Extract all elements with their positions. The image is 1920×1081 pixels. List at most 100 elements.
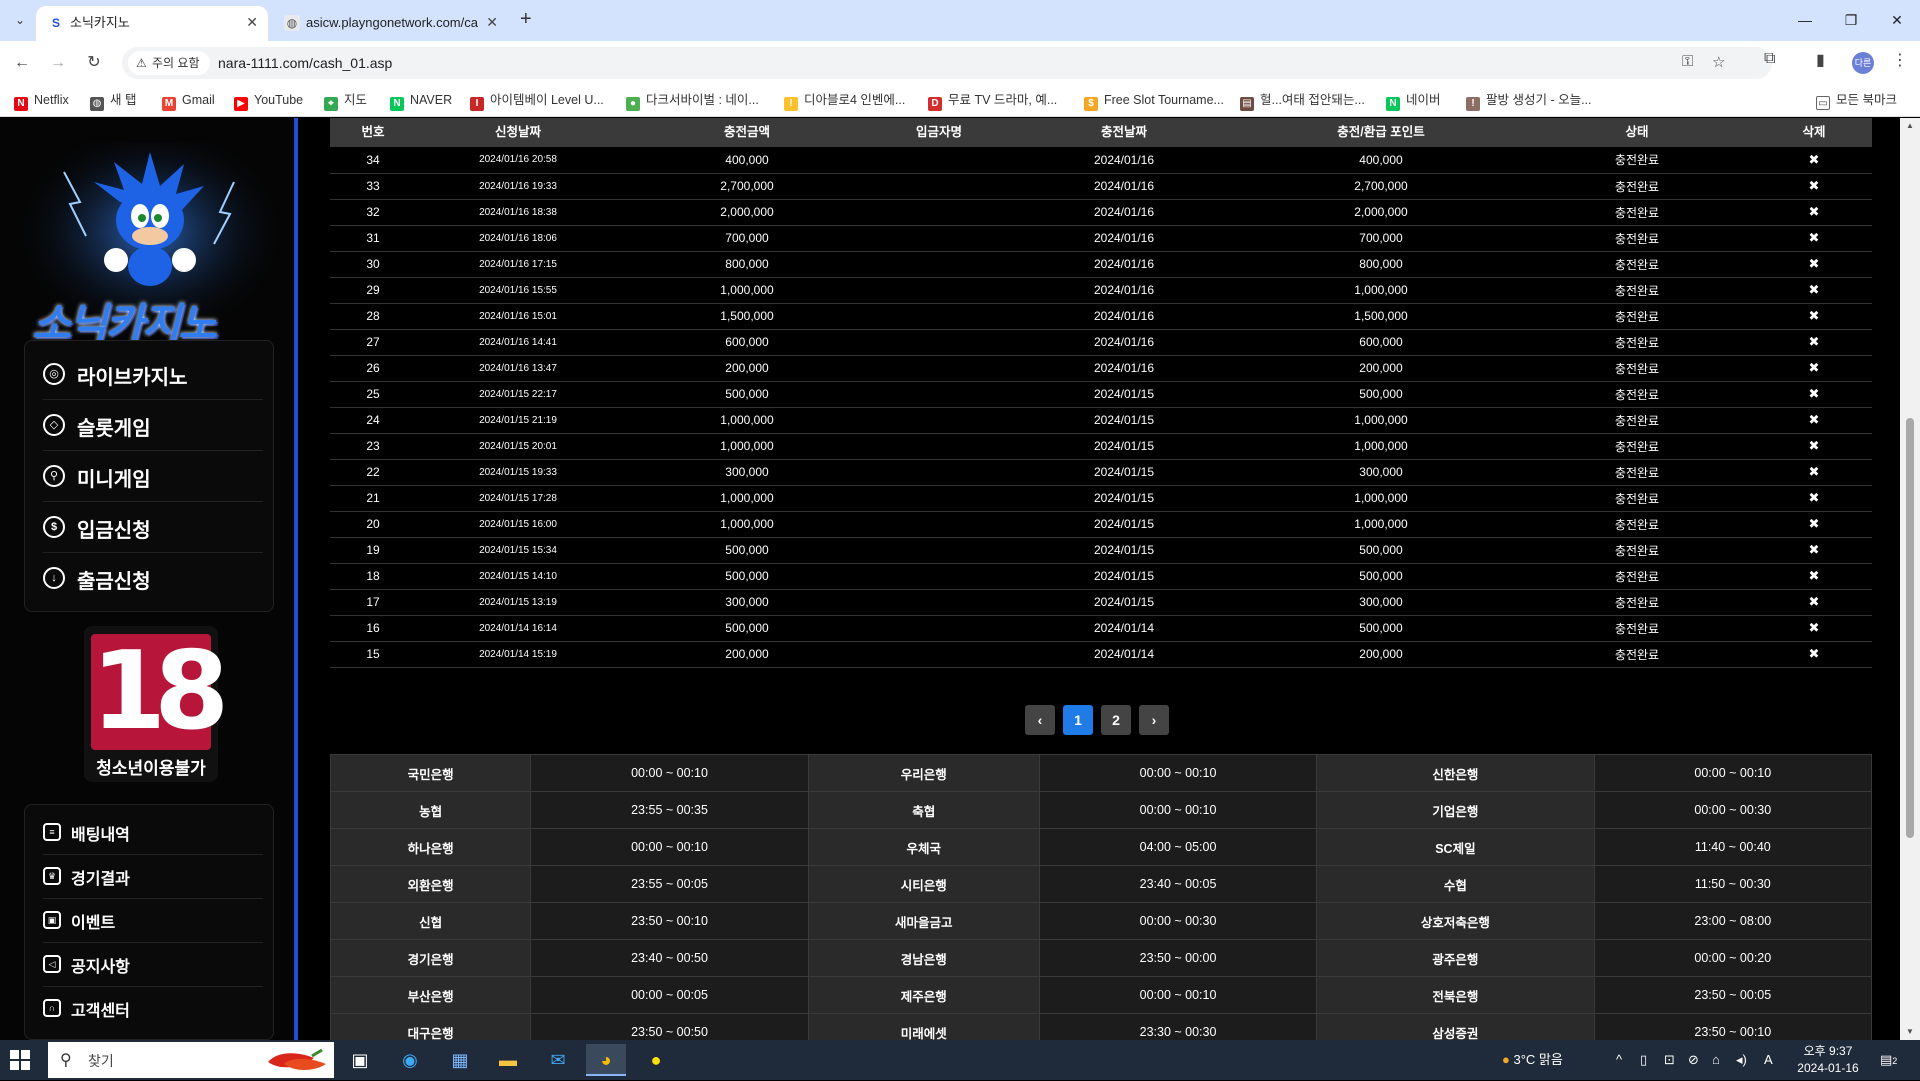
store-icon[interactable]: ▦ bbox=[440, 1044, 480, 1076]
restore-icon[interactable]: ❐ bbox=[1828, 0, 1874, 41]
bookmark-item[interactable]: N NAVER bbox=[390, 83, 452, 117]
close-tab-icon[interactable]: ✕ bbox=[246, 6, 258, 39]
bookmark-item[interactable]: D 무료 TV 드라마, 예... bbox=[928, 83, 1057, 117]
notification-icon[interactable]: ▤2 bbox=[1880, 1040, 1897, 1080]
next-page-button[interactable]: › bbox=[1139, 705, 1169, 735]
bookmark-star-icon[interactable]: ☆ bbox=[1712, 53, 1725, 71]
edge-browser-icon[interactable]: ◉ bbox=[390, 1044, 430, 1076]
close-tab-icon[interactable]: ✕ bbox=[486, 6, 498, 39]
delete-button[interactable]: ✖ bbox=[1756, 225, 1872, 252]
bookmark-item[interactable]: ⌖ 지도 bbox=[324, 83, 367, 117]
cell-amount: 700,000 bbox=[620, 225, 874, 252]
bookmark-item[interactable]: ! 팔방 생성기 - 오늘... bbox=[1466, 83, 1592, 117]
minimize-icon[interactable]: — bbox=[1782, 0, 1828, 41]
delete-button[interactable]: ✖ bbox=[1756, 303, 1872, 330]
tray-overflow-icon[interactable]: ^ bbox=[1616, 1040, 1622, 1080]
bookmark-item[interactable]: ▤ 헐...여태 접안돼는... bbox=[1240, 83, 1365, 117]
menu-betting-history[interactable]: ≡ 배팅내역 bbox=[43, 811, 263, 855]
table-row: 33 2024/01/16 19:33 2,700,000 2024/01/16 2,7… bbox=[330, 173, 1872, 200]
kakaotalk-icon[interactable]: ● bbox=[636, 1044, 676, 1076]
back-arrow-icon[interactable]: ← bbox=[8, 49, 36, 77]
mail-icon[interactable]: ✉ bbox=[538, 1044, 578, 1076]
password-key-icon[interactable]: ⚿ bbox=[1682, 53, 1693, 70]
cell-status: 충전완료 bbox=[1518, 173, 1756, 200]
taskbar-clock[interactable]: 오후 9:37 2024-01-16 bbox=[1792, 1043, 1864, 1077]
tray-update-icon[interactable]: ⊡ bbox=[1664, 1040, 1675, 1080]
file-explorer-icon[interactable]: ▬ bbox=[488, 1044, 528, 1076]
menu-deposit[interactable]: $ 입금신청 bbox=[43, 502, 263, 553]
close-window-icon[interactable]: ✕ bbox=[1874, 0, 1920, 41]
scroll-down-icon[interactable]: ▼ bbox=[1900, 1024, 1920, 1040]
tray-shield-icon[interactable]: ⊘ bbox=[1688, 1040, 1699, 1080]
delete-button[interactable]: ✖ bbox=[1756, 251, 1872, 278]
menu-withdraw[interactable]: ↓ 출금신청 bbox=[43, 553, 263, 604]
delete-button[interactable]: ✖ bbox=[1756, 641, 1872, 668]
profile-avatar[interactable]: 다른 bbox=[1852, 52, 1874, 74]
page-scrollbar[interactable]: ▲ ▼ bbox=[1900, 118, 1920, 1040]
extensions-icon[interactable]: ⧉ bbox=[1764, 50, 1775, 68]
bookmark-item[interactable]: ● 다크서바이벌 : 네이... bbox=[626, 83, 759, 117]
delete-button[interactable]: ✖ bbox=[1756, 277, 1872, 304]
delete-button[interactable]: ✖ bbox=[1756, 381, 1872, 408]
delete-button[interactable]: ✖ bbox=[1756, 407, 1872, 434]
network-icon[interactable]: ⌂ bbox=[1712, 1040, 1720, 1080]
more-menu-icon[interactable]: ⋮ bbox=[1892, 50, 1908, 70]
prev-page-button[interactable]: ‹ bbox=[1025, 705, 1055, 735]
reload-icon[interactable]: ↻ bbox=[80, 49, 108, 77]
weather-widget[interactable]: ● 3°C 맑음 bbox=[1502, 1040, 1563, 1080]
delete-button[interactable]: ✖ bbox=[1756, 459, 1872, 486]
volume-icon[interactable]: ◂) bbox=[1736, 1040, 1747, 1080]
delete-button[interactable]: ✖ bbox=[1756, 173, 1872, 200]
tab-search-button[interactable]: ⌄ bbox=[8, 8, 32, 32]
bookmark-item[interactable]: ! 디아블로4 인벤에... bbox=[784, 83, 905, 117]
gmail-icon: M bbox=[162, 97, 176, 111]
bookmark-item[interactable]: ▶ YouTube bbox=[234, 83, 303, 117]
delete-button[interactable]: ✖ bbox=[1756, 485, 1872, 512]
delete-button[interactable]: ✖ bbox=[1756, 355, 1872, 382]
bookmark-item[interactable]: ◍ 새 탭 bbox=[90, 83, 136, 117]
cell-depositor bbox=[874, 303, 1004, 330]
bookmark-item[interactable]: I 아이템베이 Level U... bbox=[470, 83, 604, 117]
delete-button[interactable]: ✖ bbox=[1756, 537, 1872, 564]
delete-button[interactable]: ✖ bbox=[1756, 511, 1872, 538]
side-panel-icon[interactable]: ▮ bbox=[1816, 50, 1825, 70]
scroll-up-icon[interactable]: ▲ bbox=[1900, 118, 1920, 134]
bookmark-item[interactable]: M Gmail bbox=[162, 83, 215, 117]
chrome-icon[interactable]: ◕ bbox=[586, 1044, 626, 1076]
table-row: 23 2024/01/15 20:01 1,000,000 2024/01/15 1,0… bbox=[330, 433, 1872, 460]
delete-button[interactable]: ✖ bbox=[1756, 329, 1872, 356]
site-logo[interactable]: 소닉카지노 bbox=[24, 142, 276, 348]
menu-game-results[interactable]: ♛ 경기결과 bbox=[43, 855, 263, 899]
new-tab-plus-icon[interactable]: + bbox=[520, 8, 532, 31]
scroll-thumb[interactable] bbox=[1906, 418, 1914, 838]
all-bookmarks[interactable]: ▭ 모든 북마크 bbox=[1816, 83, 1897, 117]
address-bar[interactable]: ⚠ 주의 요함 nara-1111.com/cash_01.asp ⚿ ☆ bbox=[122, 47, 1772, 79]
menu-customer-center[interactable]: ∩ 고객센터 bbox=[43, 987, 263, 1031]
security-warning-chip[interactable]: ⚠ 주의 요함 bbox=[128, 51, 210, 75]
tab-playngo[interactable]: ◍ asicw.playngonetwork.com/ca ✕ bbox=[272, 6, 508, 41]
page-2-button[interactable]: 2 bbox=[1101, 705, 1131, 735]
delete-button[interactable]: ✖ bbox=[1756, 589, 1872, 616]
menu-live-casino[interactable]: ◎ 라이브카지노 bbox=[43, 349, 263, 400]
url-text[interactable]: nara-1111.com/cash_01.asp bbox=[218, 47, 392, 79]
delete-button[interactable]: ✖ bbox=[1756, 615, 1872, 642]
delete-button[interactable]: ✖ bbox=[1756, 433, 1872, 460]
delete-button[interactable]: ✖ bbox=[1756, 147, 1872, 174]
delete-button[interactable]: ✖ bbox=[1756, 199, 1872, 226]
tab-sonic-casino[interactable]: S 소닉카지노 ✕ bbox=[36, 6, 268, 41]
page-1-button[interactable]: 1 bbox=[1063, 705, 1093, 735]
task-view-icon[interactable]: ▣ bbox=[340, 1044, 380, 1076]
tray-app-icon[interactable]: ▯ bbox=[1640, 1040, 1647, 1080]
bookmark-item[interactable]: N Netflix bbox=[14, 83, 69, 117]
taskbar-search-box[interactable]: ⚲ 찾기 bbox=[48, 1042, 334, 1078]
menu-mini-game[interactable]: ⚲ 미니게임 bbox=[43, 451, 263, 502]
menu-slot-game[interactable]: ◇ 슬롯게임 bbox=[43, 400, 263, 451]
menu-event[interactable]: ▣ 이벤트 bbox=[43, 899, 263, 943]
delete-button[interactable]: ✖ bbox=[1756, 563, 1872, 590]
forward-arrow-icon[interactable]: → bbox=[44, 49, 72, 77]
windows-start-icon[interactable] bbox=[10, 1050, 30, 1070]
bookmark-item[interactable]: N 네이버 bbox=[1386, 83, 1441, 117]
bookmark-item[interactable]: $ Free Slot Tourname... bbox=[1084, 83, 1224, 117]
ime-icon[interactable]: A bbox=[1764, 1040, 1773, 1080]
menu-notice[interactable]: ◁ 공지사항 bbox=[43, 943, 263, 987]
